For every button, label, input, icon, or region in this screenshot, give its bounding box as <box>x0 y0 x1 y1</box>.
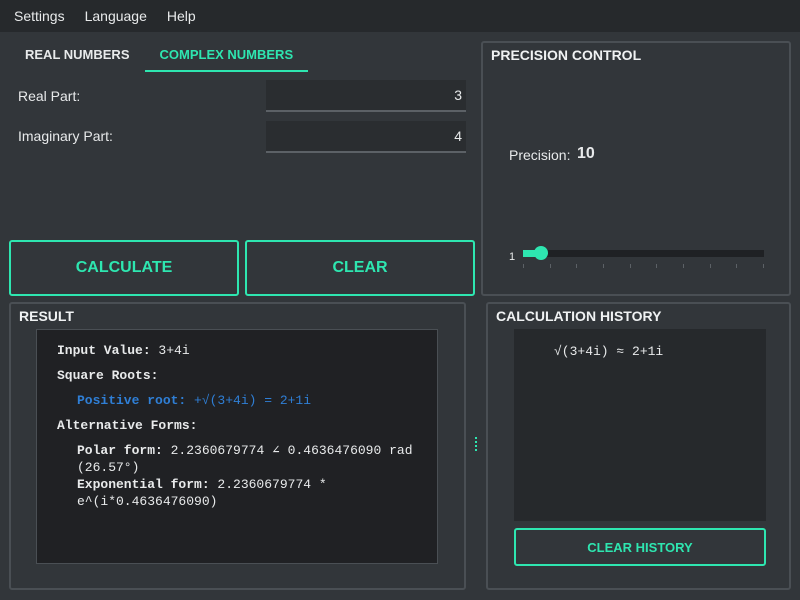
precision-control-panel: PRECISION CONTROL Precision: 10 1 <box>481 41 791 296</box>
square-roots-heading: Square Roots: <box>57 367 417 384</box>
alternative-forms-heading: Alternative Forms: <box>57 417 417 434</box>
history-entry[interactable]: √(3+4i) ≈ 2+1i <box>554 344 726 359</box>
positive-root-line: Positive root: +√(3+4i) = 2+1i <box>57 392 417 409</box>
clear-button[interactable]: CLEAR <box>245 240 475 296</box>
clear-history-button[interactable]: CLEAR HISTORY <box>514 528 766 566</box>
precision-label: Precision: <box>509 147 571 163</box>
exponential-form-line: Exponential form: 2.2360679774 * <box>57 476 417 493</box>
positive-root-value: +√(3+4i) = 2+1i <box>186 393 312 408</box>
slider-tick <box>550 264 551 268</box>
calculate-button[interactable]: CALCULATE <box>9 240 239 296</box>
imaginary-part-label: Imaginary Part: <box>18 128 113 144</box>
exponential-form-label: Exponential form: <box>77 477 210 492</box>
real-part-label: Real Part: <box>18 88 81 104</box>
menu-language[interactable]: Language <box>76 8 158 24</box>
polar-form-value: 2.2360679774 ∠ 0.4636476090 rad <box>162 443 413 458</box>
menu-bar: Settings Language Help <box>0 0 800 32</box>
splitter-handle[interactable] <box>475 437 477 455</box>
calculation-history-title: CALCULATION HISTORY <box>496 308 662 324</box>
exponential-form-value: 2.2360679774 * <box>209 477 327 492</box>
slider-min-label: 1 <box>509 251 516 263</box>
slider-tick <box>523 264 524 268</box>
input-value-line: Input Value: 3+4i <box>57 342 417 359</box>
slider-tick <box>683 264 684 268</box>
slider-tick <box>736 264 737 268</box>
slider-ticks <box>523 264 764 270</box>
exponential-form-continued: e^(i*0.4636476090) <box>77 494 218 509</box>
slider-tick <box>576 264 577 268</box>
square-roots-heading-text: Square Roots: <box>57 368 159 383</box>
polar-form-label: Polar form: <box>77 443 163 458</box>
positive-root-label: Positive root: <box>77 393 187 408</box>
calculation-history-panel: CALCULATION HISTORY √(3+4i) ≈ 2+1i CLEAR… <box>486 302 791 590</box>
slider-tick <box>630 264 631 268</box>
real-part-input[interactable] <box>266 80 466 112</box>
slider-tick <box>656 264 657 268</box>
result-panel: RESULT Input Value: 3+4i Square Roots: P… <box>9 302 466 590</box>
number-type-tabs: REAL NUMBERS COMPLEX NUMBERS <box>10 40 309 72</box>
slider-tick <box>763 264 764 268</box>
precision-value: 10 <box>577 145 595 162</box>
precision-slider-handle[interactable] <box>534 246 548 260</box>
tab-real-numbers[interactable]: REAL NUMBERS <box>10 40 145 70</box>
imaginary-part-input[interactable] <box>266 121 466 153</box>
menu-settings[interactable]: Settings <box>0 8 76 24</box>
input-value-text: 3+4i <box>150 343 190 358</box>
result-output: Input Value: 3+4i Square Roots: Positive… <box>36 329 438 564</box>
history-list: √(3+4i) ≈ 2+1i <box>514 329 766 521</box>
result-title: RESULT <box>19 308 74 324</box>
polar-form-degrees: (26.57°) <box>77 460 140 475</box>
input-value-label: Input Value: <box>57 343 151 358</box>
alternative-forms-heading-text: Alternative Forms: <box>57 418 198 433</box>
menu-help[interactable]: Help <box>158 8 207 24</box>
tab-complex-numbers[interactable]: COMPLEX NUMBERS <box>144 40 309 72</box>
precision-slider-track[interactable] <box>523 250 764 257</box>
polar-form-line: Polar form: 2.2360679774 ∠ 0.4636476090 … <box>57 442 417 459</box>
precision-control-title: PRECISION CONTROL <box>491 47 642 63</box>
slider-tick <box>603 264 604 268</box>
slider-tick <box>710 264 711 268</box>
